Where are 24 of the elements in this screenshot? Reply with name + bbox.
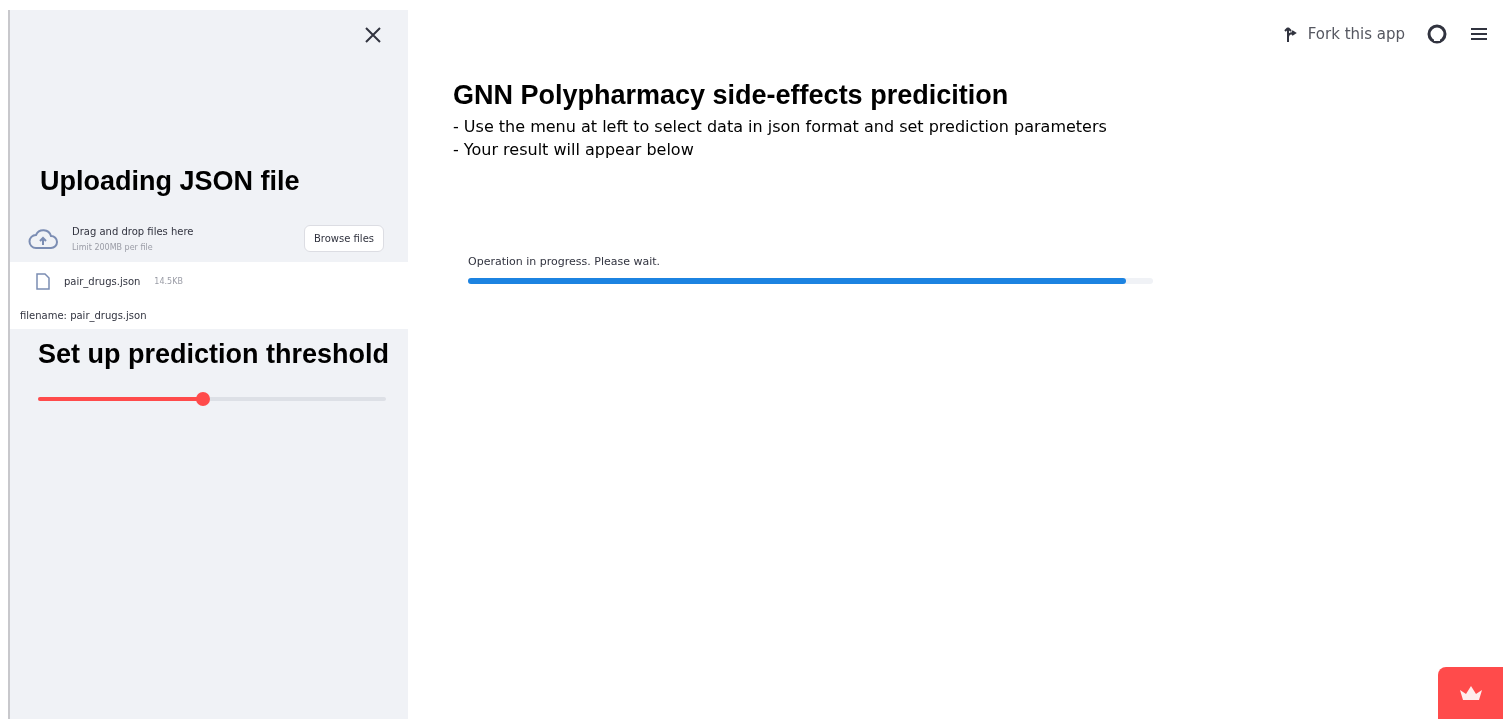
crown-badge[interactable] — [1438, 667, 1503, 719]
file-icon — [36, 273, 50, 290]
upload-cloud-icon — [28, 227, 58, 250]
fork-icon — [1283, 25, 1298, 43]
slider-thumb[interactable] — [196, 392, 211, 406]
browse-files-button[interactable]: Browse files — [303, 225, 384, 252]
filename-caption: filename: pair_drugs.json — [19, 309, 148, 324]
menu-button[interactable] — [1469, 26, 1489, 42]
page-title: GNN Polypharmacy side-effects predicition — [453, 80, 1010, 111]
instruction-text: - Use the menu at left to select data in json format and set prediction parameters — [453, 117, 1108, 136]
file-dropzone[interactable]: Drag and drop files here Limit 200MB per file Browse files — [10, 213, 408, 262]
fork-link[interactable]: Fork this app — [1283, 25, 1405, 43]
crown-icon — [1458, 685, 1483, 701]
section-heading: Set up prediction threshold — [37, 338, 390, 370]
file-name: pair_drugs.json — [64, 276, 141, 287]
file-size: 14.5KB — [154, 277, 183, 286]
section-heading: Uploading JSON file — [39, 166, 301, 197]
instruction-text: - Your result will appear below — [453, 140, 695, 159]
dropzone-instruction: Drag and drop files here — [72, 225, 195, 237]
dropzone-limit: Limit 200MB per file — [72, 242, 154, 252]
menu-icon — [1469, 26, 1489, 42]
threshold-slider[interactable] — [38, 392, 386, 406]
close-icon — [364, 26, 382, 44]
progress-label: Operation in progress. Please wait. — [468, 255, 662, 268]
